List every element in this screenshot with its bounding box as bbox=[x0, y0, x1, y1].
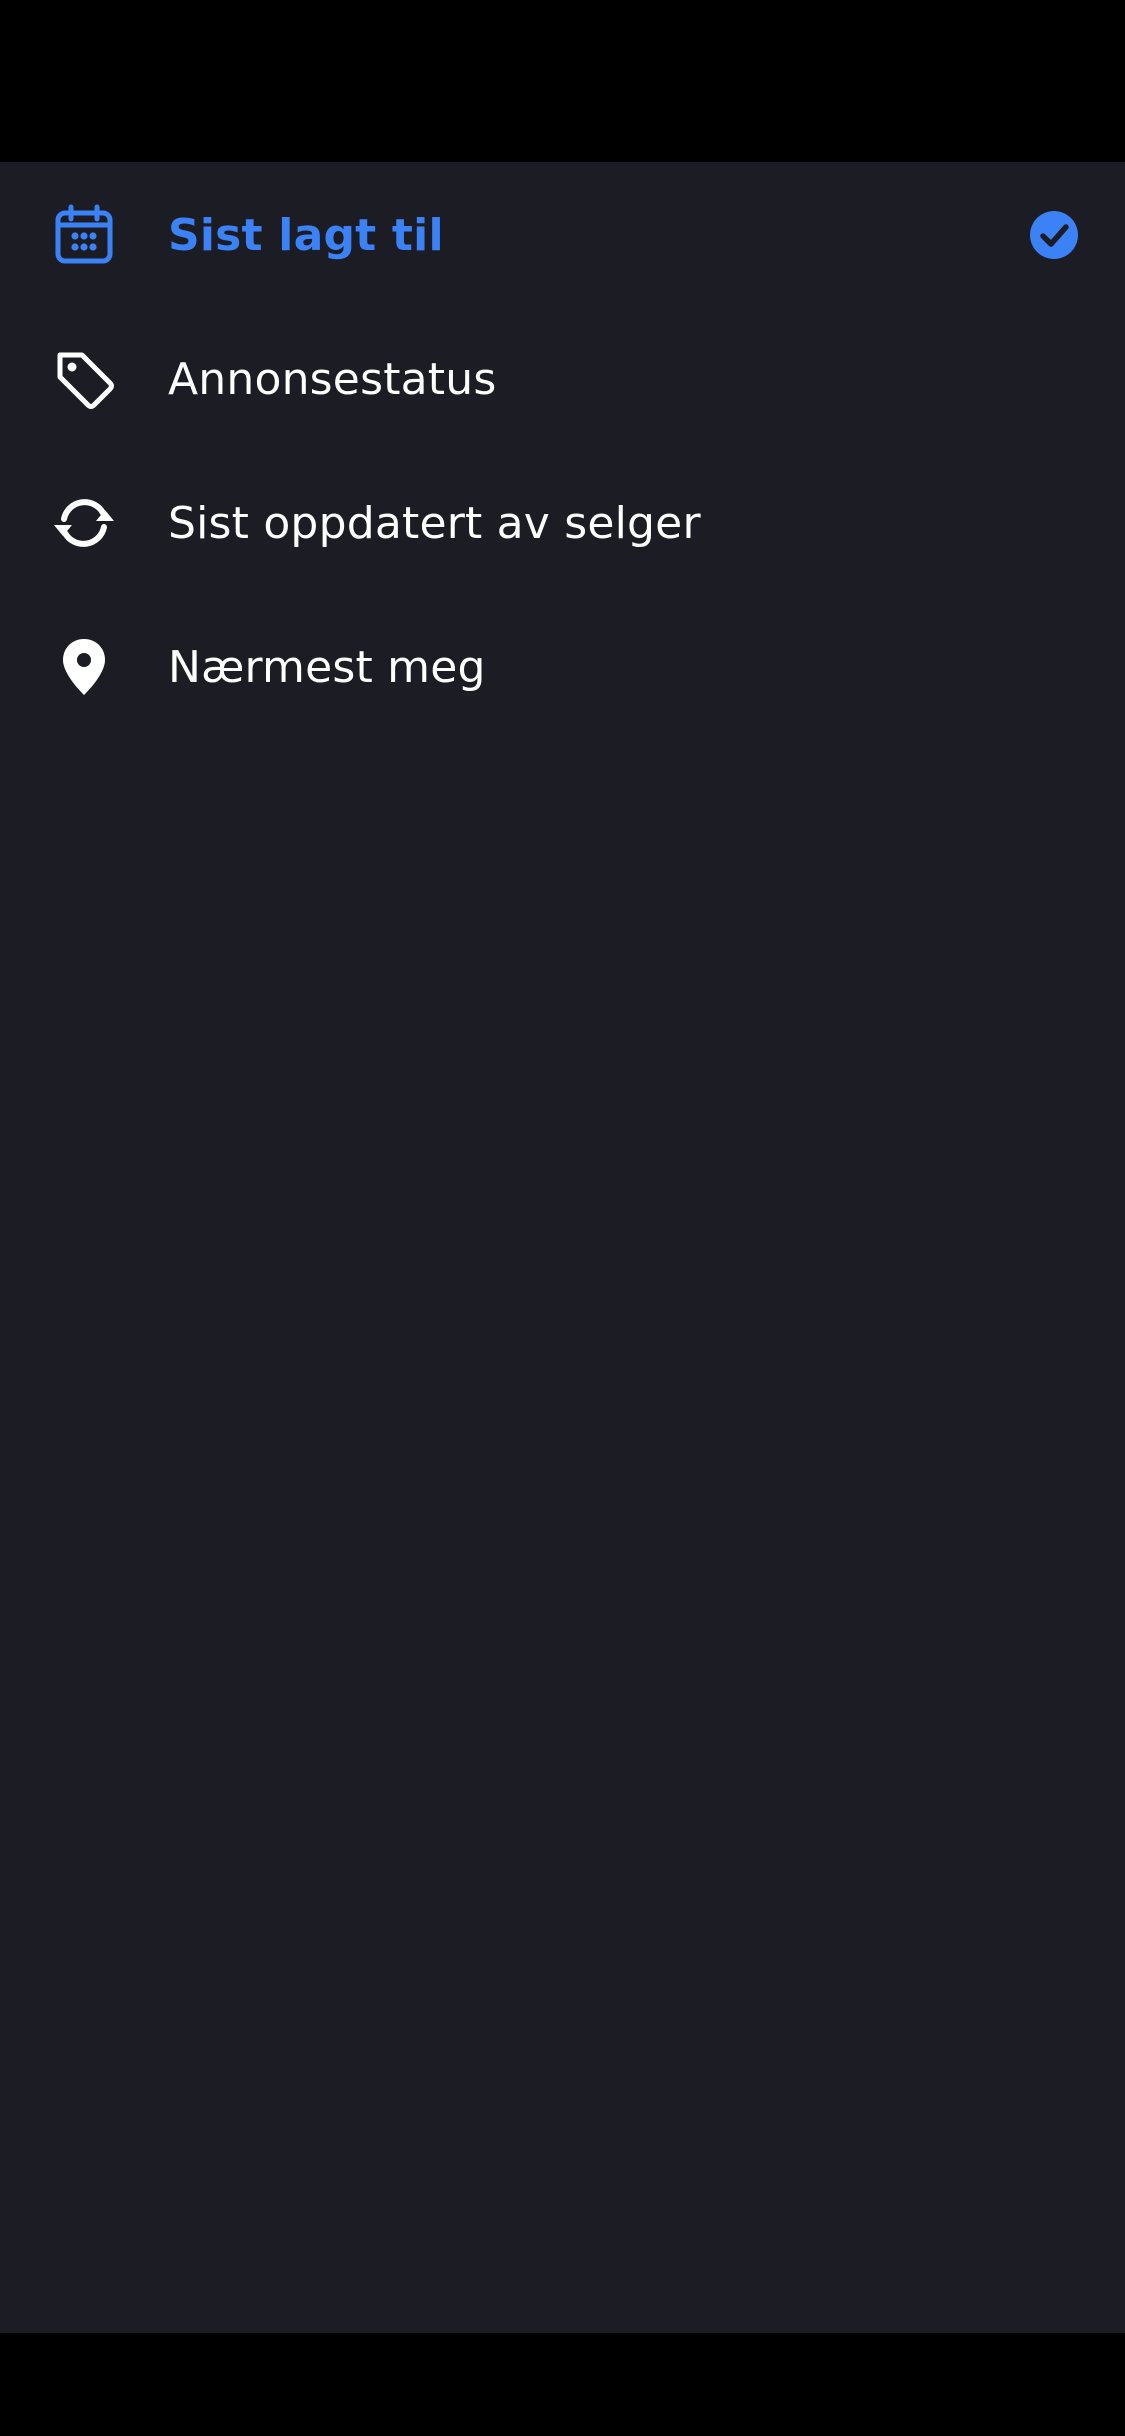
refresh-icon bbox=[50, 489, 118, 557]
tag-icon bbox=[50, 345, 118, 413]
sort-option-naermest-meg[interactable]: Nærmest meg bbox=[0, 595, 1125, 739]
home-indicator-area bbox=[0, 2333, 1125, 2436]
sort-options-list: Sist lagt til Annonsestatus Sist oppdate… bbox=[0, 162, 1125, 739]
sort-option-label: Sist oppdatert av selger bbox=[168, 497, 701, 549]
sort-option-label: Sist lagt til bbox=[168, 209, 444, 261]
sort-option-annonsestatus[interactable]: Annonsestatus bbox=[0, 307, 1125, 451]
sort-option-label: Nærmest meg bbox=[168, 641, 486, 693]
sort-option-label: Annonsestatus bbox=[168, 353, 497, 405]
sort-option-sist-oppdatert-av-selger[interactable]: Sist oppdatert av selger bbox=[0, 451, 1125, 595]
status-bar bbox=[0, 0, 1125, 162]
sort-options-sheet: Sist lagt til Annonsestatus Sist oppdate… bbox=[0, 162, 1125, 2333]
checkmark-circle-icon bbox=[1029, 210, 1079, 260]
calendar-icon bbox=[50, 201, 118, 269]
location-pin-icon bbox=[50, 633, 118, 701]
sort-option-sist-lagt-til[interactable]: Sist lagt til bbox=[0, 163, 1125, 307]
